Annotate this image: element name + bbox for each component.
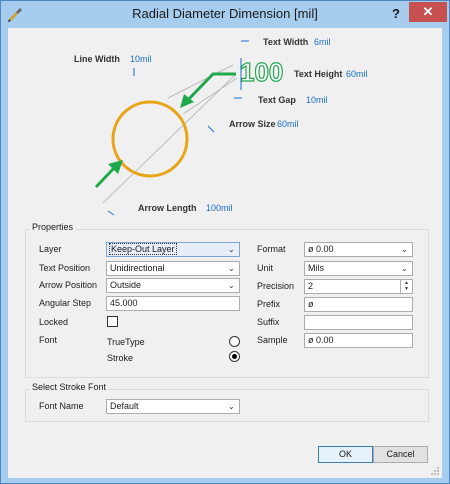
resize-grip-icon[interactable]	[430, 466, 440, 476]
unit-label: Unit	[257, 263, 274, 273]
font-name-label: Font Name	[39, 401, 84, 411]
font-name-select-value: Default	[110, 401, 139, 411]
chevron-down-icon: ⌄	[401, 264, 408, 273]
arrow-size-value: 60mil	[277, 119, 299, 129]
tick-arrow-size	[207, 125, 215, 133]
font-name-select[interactable]: Default ⌄	[106, 399, 240, 414]
text-width-label: Text Width	[263, 37, 309, 47]
layer-select-value: Keep-Out Layer	[109, 243, 177, 255]
chevron-down-icon: ⌄	[228, 245, 235, 254]
suffix-label: Suffix	[257, 317, 280, 327]
chevron-down-icon: ⌄	[228, 264, 235, 273]
layer-label: Layer	[39, 244, 62, 254]
angular-step-input[interactable]: 45.000	[106, 296, 240, 311]
text-position-select[interactable]: Unidirectional ⌄	[106, 261, 240, 276]
text-position-label: Text Position	[39, 263, 91, 273]
unit-select[interactable]: Mils ⌄	[304, 261, 413, 276]
layer-select[interactable]: Keep-Out Layer ⌄	[106, 242, 240, 257]
line-width-label: Line Width	[74, 54, 120, 64]
format-label: Format	[257, 244, 286, 254]
line-width-value: 10mil	[130, 54, 152, 64]
format-select-value: ø 0.00	[308, 244, 334, 254]
preview-guide-upper	[167, 64, 234, 99]
text-gap-label: Text Gap	[258, 95, 296, 105]
chevron-down-icon: ⌄	[401, 245, 408, 254]
arrow-length-value: 100mil	[206, 203, 233, 213]
arrow-position-label: Arrow Position	[39, 280, 98, 290]
radio-selected-dot	[232, 354, 237, 359]
text-height-label: Text Height	[294, 69, 343, 79]
arrow-size-label: Arrow Size	[229, 119, 276, 129]
precision-stepper[interactable]: 2 ▲ ▼	[304, 279, 413, 294]
text-width-value: 6mil	[314, 37, 331, 47]
prefix-input[interactable]: ø	[304, 297, 413, 312]
chevron-down-icon: ⌄	[228, 281, 235, 290]
arrow-position-select-value: Outside	[110, 280, 142, 290]
window-title: Radial Diameter Dimension [mil]	[132, 6, 318, 21]
precision-spin-buttons[interactable]: ▲ ▼	[400, 280, 412, 293]
prefix-label: Prefix	[257, 299, 281, 309]
precision-value: 2	[308, 281, 314, 291]
preview-sample-text: 100	[240, 57, 283, 87]
title-bar[interactable]: Radial Diameter Dimension [mil] ? ✕	[1, 1, 449, 27]
stroke-font-group-title: Select Stroke Font	[30, 382, 109, 392]
chevron-down-icon: ⌄	[228, 402, 235, 411]
locked-checkbox[interactable]	[107, 316, 118, 327]
font-label: Font	[39, 335, 58, 345]
angular-step-label: Angular Step	[39, 298, 92, 308]
font-truetype-radio[interactable]	[229, 336, 240, 347]
locked-label: Locked	[39, 317, 69, 327]
text-position-select-value: Unidirectional	[110, 263, 165, 273]
suffix-input[interactable]	[304, 315, 413, 330]
font-truetype-label: TrueType	[107, 337, 145, 347]
close-button[interactable]: ✕	[409, 2, 447, 22]
arrow-length-label: Arrow Length	[138, 203, 197, 213]
dialog-window: Radial Diameter Dimension [mil] ? ✕ 100 …	[0, 0, 450, 484]
precision-label: Precision	[257, 281, 295, 291]
preview-diagonal-guide	[102, 73, 237, 204]
properties-group-title: Properties	[30, 222, 76, 232]
unit-select-value: Mils	[308, 263, 324, 273]
preview-arrow-bottom	[94, 165, 117, 189]
tick-arrow-length	[107, 210, 115, 216]
text-gap-value: 10mil	[306, 95, 328, 105]
preview-circle	[111, 100, 189, 178]
spin-down-icon[interactable]: ▼	[401, 286, 412, 292]
text-height-value: 60mil	[346, 69, 368, 79]
ok-button[interactable]: OK	[318, 446, 373, 463]
font-stroke-radio[interactable]	[229, 351, 240, 362]
format-select[interactable]: ø 0.00 ⌄	[304, 242, 413, 257]
sample-label: Sample	[257, 335, 288, 345]
font-stroke-label: Stroke	[107, 353, 134, 363]
help-button[interactable]: ?	[386, 5, 406, 23]
dialog-client-area: 100 Line Width 10mil Text Width 6mil Tex…	[8, 28, 442, 478]
cancel-button[interactable]: Cancel	[373, 446, 428, 463]
arrow-position-select[interactable]: Outside ⌄	[106, 278, 240, 293]
sample-input[interactable]: ø 0.00	[304, 333, 413, 348]
